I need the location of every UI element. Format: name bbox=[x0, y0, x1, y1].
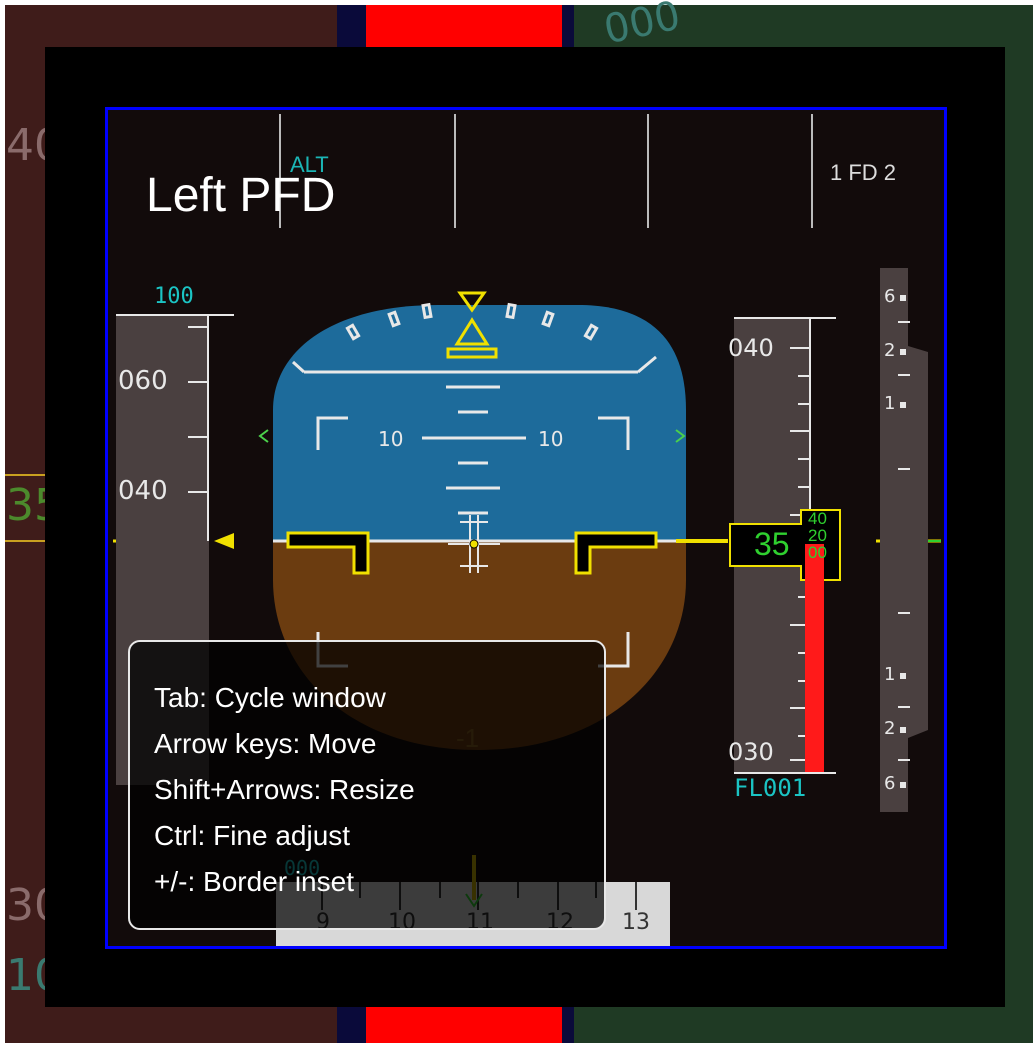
altitude-current-minor-00: 00 bbox=[808, 543, 827, 562]
flight-level: FL001 bbox=[734, 774, 807, 802]
pitch-label-left: 10 bbox=[378, 427, 404, 451]
bottom-red-bar bbox=[366, 1007, 562, 1043]
speed-pointer bbox=[214, 533, 234, 549]
altitude-current-minor-40: 40 bbox=[808, 509, 827, 528]
vsi-label: 2 bbox=[884, 718, 896, 739]
speed-tick-label: 060 bbox=[118, 366, 168, 396]
left-pfd-window[interactable]: ALT 1 FD 2 Left PFD 100 060 040 10 10 -1… bbox=[105, 107, 947, 949]
keyboard-help-overlay: Tab: Cycle window Arrow keys: Move Shift… bbox=[128, 640, 606, 930]
vsi-label: 6 bbox=[884, 773, 896, 794]
heading-tick-label: 13 bbox=[622, 910, 650, 935]
sky bbox=[273, 305, 686, 541]
help-line-tab: Tab: Cycle window bbox=[154, 682, 386, 713]
help-line-border-inset: +/-: Border inset bbox=[154, 866, 354, 897]
help-line-ctrl: Ctrl: Fine adjust bbox=[154, 820, 351, 851]
speed-tick-label: 040 bbox=[118, 476, 168, 506]
help-line-arrow-keys: Arrow keys: Move bbox=[154, 728, 377, 759]
altitude-trend-bar bbox=[805, 544, 824, 772]
vsi-label: 1 bbox=[884, 664, 896, 685]
altitude-tick-label: 030 bbox=[728, 738, 774, 766]
flight-director-label: 1 FD 2 bbox=[830, 160, 897, 185]
help-line-shift-arrows: Shift+Arrows: Resize bbox=[154, 774, 415, 805]
vsi-label: 2 bbox=[884, 340, 896, 361]
altitude-current-major: 35 bbox=[754, 526, 790, 562]
vsi-label: 1 bbox=[884, 393, 896, 414]
vsi-label: 6 bbox=[884, 286, 896, 307]
altitude-current-minor-20: 20 bbox=[808, 526, 827, 545]
pitch-label-right: 10 bbox=[538, 427, 564, 451]
window-title: Left PFD bbox=[146, 169, 336, 222]
top-red-bar bbox=[366, 5, 562, 47]
altitude-tick-label: 040 bbox=[728, 334, 774, 362]
speed-target: 100 bbox=[154, 284, 194, 309]
